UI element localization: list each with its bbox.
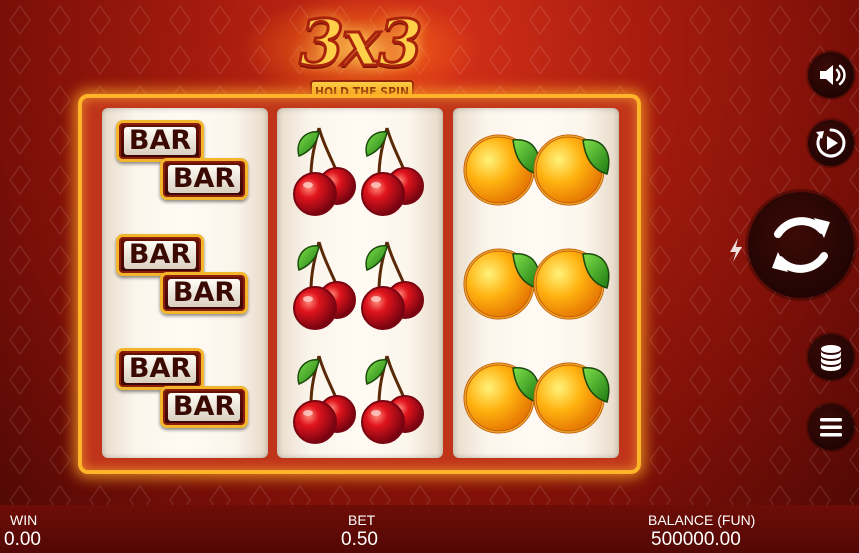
coin-stack-icon	[821, 345, 841, 371]
hamburger-menu-icon	[820, 418, 842, 437]
game-logo: 3x3 HOLD THE SPIN	[240, 0, 480, 104]
balance-label: BALANCE (FUN)	[648, 512, 756, 528]
speaker-icon	[820, 64, 846, 86]
cherry-icon	[277, 112, 443, 228]
bar-text: BAR	[124, 241, 196, 269]
bar-symbol-front: BAR	[160, 386, 248, 428]
bar-text: BAR	[124, 127, 196, 155]
menu-button[interactable]	[808, 404, 854, 450]
cherry-icon	[277, 226, 443, 342]
reel-2-symbol-3	[277, 340, 443, 456]
reel-3-symbol-2	[453, 226, 619, 342]
bar-symbol-front: BAR	[160, 272, 248, 314]
reel-2-symbol-2	[277, 226, 443, 342]
win-value: 0.00	[4, 529, 41, 550]
bet-value[interactable]: 0.50	[341, 529, 378, 551]
bar-text: BAR	[124, 355, 196, 383]
orange-icon	[453, 226, 619, 342]
reel-1-symbol-2: BAR BAR	[102, 226, 268, 342]
reel-3	[453, 108, 619, 458]
bet-settings-button[interactable]	[808, 334, 854, 380]
reel-1-symbol-1: BAR BAR	[102, 112, 268, 228]
bar-symbol-back: BAR	[116, 120, 204, 162]
sound-button[interactable]	[808, 52, 854, 98]
reel-2-symbol-1	[277, 112, 443, 228]
lightning-icon[interactable]	[728, 238, 744, 262]
bar-symbol-front: BAR	[160, 158, 248, 200]
reel-3-symbol-1	[453, 112, 619, 228]
bar-text: BAR	[168, 279, 240, 307]
reel-1-symbol-3: BAR BAR	[102, 340, 268, 456]
footer-bar: WIN 0.00 BET 0.50 BALANCE (FUN) 500000.0…	[0, 505, 859, 553]
reel-3-symbol-3	[453, 340, 619, 456]
autoplay-button[interactable]	[808, 120, 854, 166]
reel-2	[277, 108, 443, 458]
orange-icon	[453, 340, 619, 456]
bar-symbol-back: BAR	[116, 348, 204, 390]
bar-text: BAR	[168, 393, 240, 421]
logo-title: 3x3	[298, 5, 424, 83]
bet-label: BET	[348, 512, 376, 528]
orange-icon	[453, 112, 619, 228]
spin-button[interactable]	[748, 192, 854, 298]
bar-symbol-back: BAR	[116, 234, 204, 276]
reel-1: BAR BAR BAR BAR BAR BAR	[102, 108, 268, 458]
win-label: WIN	[10, 512, 38, 528]
spin-arrows-icon	[772, 217, 830, 273]
balance-value: 500000.00	[651, 529, 741, 550]
autoplay-icon	[816, 128, 846, 158]
bar-text: BAR	[168, 165, 240, 193]
cherry-icon	[277, 340, 443, 456]
